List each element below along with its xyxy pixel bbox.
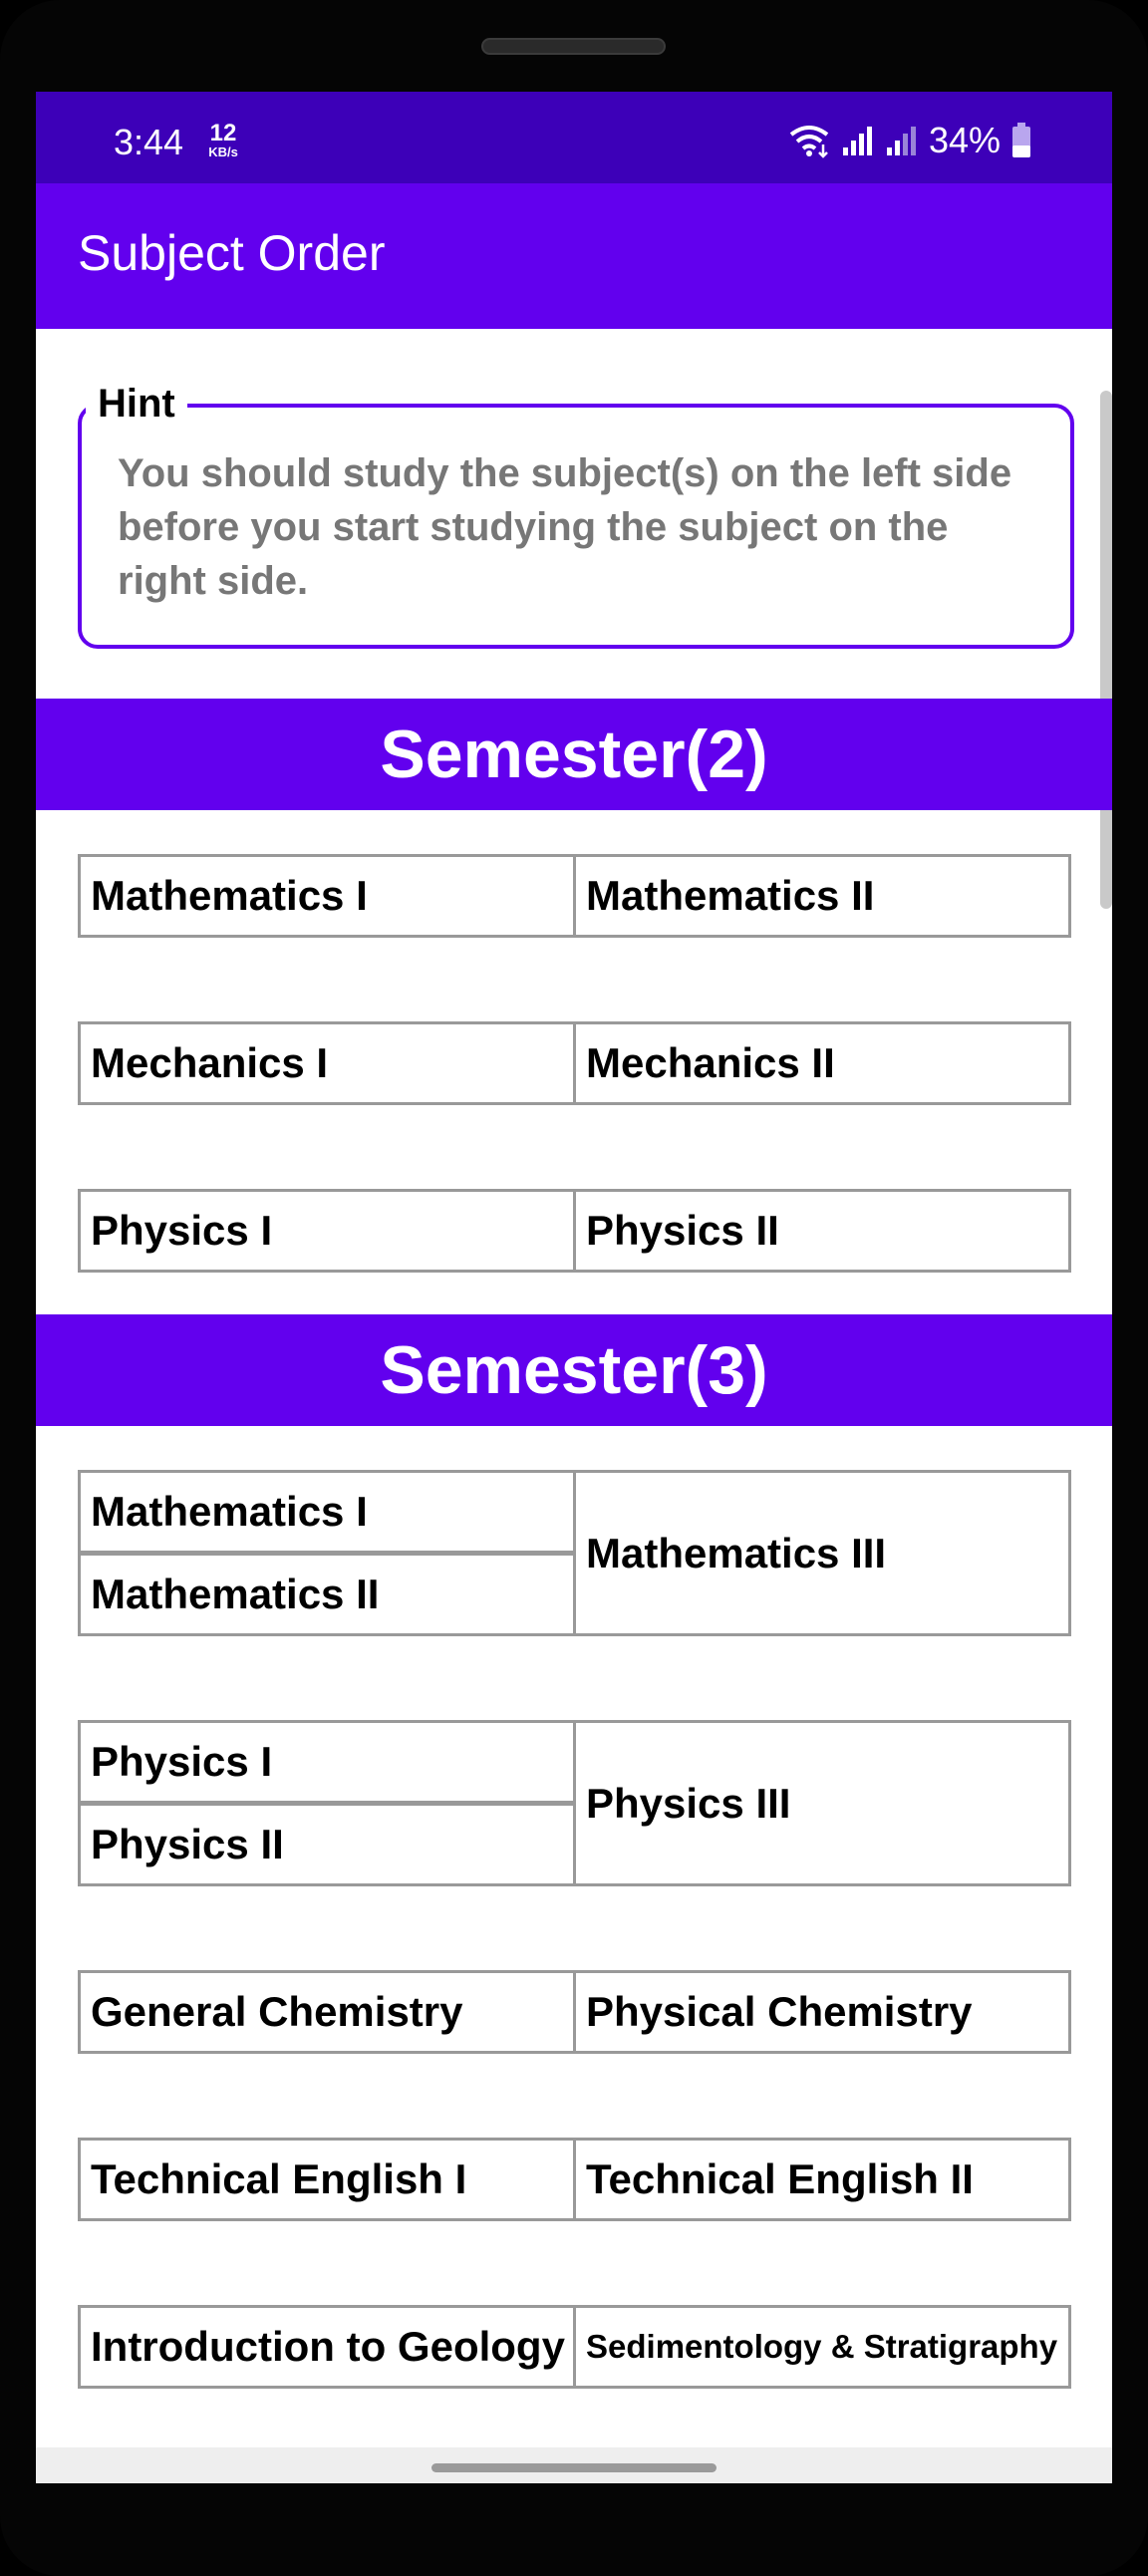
subject-cell: Technical English II	[573, 2138, 1071, 2221]
wifi-icon	[789, 126, 829, 158]
status-time: 3:44	[114, 122, 184, 162]
app-screen: 3:44 12 KB/s 34% Subject Order Hint You …	[36, 92, 1112, 2483]
network-speed-value: 12	[209, 120, 237, 146]
status-bar: 3:44 12 KB/s 34%	[36, 92, 1112, 183]
prerequisite-cell: Introduction to Geology	[78, 2305, 576, 2389]
prerequisite-cell: Mechanics I	[78, 1021, 576, 1105]
network-speed: 12 KB/s	[199, 120, 247, 159]
subject-cell: Physics III	[573, 1720, 1071, 1886]
subject-cell: Physical Chemistry	[573, 1970, 1071, 2054]
prerequisite-cell: Physics I	[78, 1189, 576, 1273]
semester-header: Semester(2)	[36, 699, 1112, 810]
battery-percent: 34%	[928, 120, 1001, 160]
subject-cell: Mathematics III	[573, 1470, 1071, 1636]
subject-cell: Mechanics II	[573, 1021, 1071, 1105]
prerequisite-cell: Mathematics I	[78, 854, 576, 938]
signal-icon-2	[886, 127, 916, 155]
prerequisite-cell: Mathematics II	[78, 1553, 576, 1636]
page-title: Subject Order	[78, 225, 386, 281]
prerequisite-cell: Technical English I	[78, 2138, 576, 2221]
status-icons: 34%	[787, 120, 1032, 161]
prerequisite-cell: Physics II	[78, 1803, 576, 1886]
subject-cell: Physics II	[573, 1189, 1071, 1273]
battery-icon	[1012, 123, 1030, 157]
home-gesture-handle[interactable]	[431, 2463, 717, 2472]
prerequisite-cell: General Chemistry	[78, 1970, 576, 2054]
gesture-navigation-bar	[36, 2447, 1112, 2483]
app-bar: Subject Order	[36, 183, 1112, 329]
hint-label: Hint	[86, 381, 187, 427]
phone-frame: 3:44 12 KB/s 34% Subject Order Hint You …	[0, 0, 1148, 2576]
subject-cell: Mathematics II	[573, 854, 1071, 938]
prerequisite-cell: Mathematics I	[78, 1470, 576, 1554]
prerequisite-cell: Physics I	[78, 1720, 576, 1804]
semester-header: Semester(3)	[36, 1314, 1112, 1426]
earpiece-speaker	[481, 38, 666, 55]
network-speed-unit: KB/s	[208, 144, 238, 159]
signal-icon	[842, 127, 872, 155]
scrollbar[interactable]	[1100, 391, 1112, 909]
subject-cell: Sedimentology & Stratigraphy	[573, 2305, 1071, 2389]
hint-text: You should study the subject(s) on the l…	[118, 451, 1012, 603]
